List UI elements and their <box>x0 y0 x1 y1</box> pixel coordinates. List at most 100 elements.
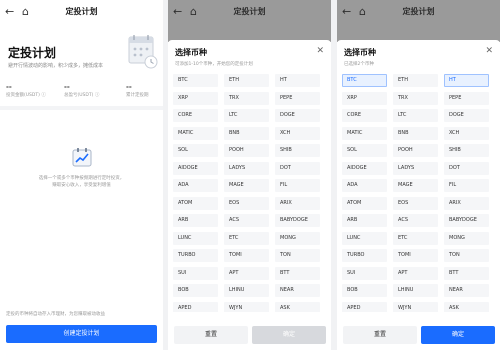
coin-chip-eth[interactable]: ETH <box>393 74 438 87</box>
coin-chip-near[interactable]: NEAR <box>275 284 320 297</box>
coin-chip-lhinu[interactable]: LHINU <box>393 284 438 297</box>
coin-chip-bnb[interactable]: BNB <box>224 126 269 140</box>
coin-chip-bob[interactable]: BOB <box>173 284 218 297</box>
coin-chip-etc[interactable]: ETC <box>224 231 269 245</box>
coin-chip-etc[interactable]: ETC <box>393 231 438 245</box>
coin-chip-matic[interactable]: MATIC <box>173 126 218 140</box>
dim-overlay[interactable]: ← ⌂ 定投计划 <box>168 0 331 42</box>
coin-chip-btc[interactable]: BTC <box>342 74 387 87</box>
coin-chip-ada[interactable]: ADA <box>173 179 218 192</box>
coin-chip-sui[interactable]: SUI <box>342 266 387 280</box>
coin-chip-lhinu[interactable]: LHINU <box>224 284 269 297</box>
coin-chip-mong[interactable]: MONG <box>444 231 489 245</box>
page-title: 定投计划 <box>65 7 98 16</box>
coin-chip-xrp[interactable]: XRP <box>173 91 218 105</box>
sheet-title: 选择币种 <box>344 48 376 57</box>
coin-chip-xch[interactable]: XCH <box>275 126 320 140</box>
coin-chip-pepe[interactable]: PEPE <box>275 91 320 105</box>
create-plan-button[interactable]: 创建定投计划 <box>6 325 157 343</box>
coin-chip-near[interactable]: NEAR <box>444 284 489 297</box>
coin-chip-arb[interactable]: ARB <box>342 214 387 227</box>
coin-chip-trx[interactable]: TRX <box>393 91 438 105</box>
coin-chip-sui[interactable]: SUI <box>173 266 218 280</box>
dim-overlay[interactable]: ← ⌂ 定投计划 <box>337 0 500 42</box>
coin-chip-arix[interactable]: ARIX <box>444 196 489 210</box>
coin-chip-mage[interactable]: MAGE <box>393 179 438 192</box>
coin-chip-ladys[interactable]: LADYS <box>393 161 438 175</box>
coin-chip-tomi[interactable]: TOMI <box>393 249 438 262</box>
coin-chip-atom[interactable]: ATOM <box>342 196 387 210</box>
coin-chip-aidoge[interactable]: AIDOGE <box>342 161 387 175</box>
coin-chip-mong[interactable]: MONG <box>275 231 320 245</box>
reset-button[interactable]: 重置 <box>174 326 248 344</box>
coin-chip-aidoge[interactable]: AIDOGE <box>173 161 218 175</box>
coin-chip-ltc[interactable]: LTC <box>224 109 269 122</box>
coin-chip-doge[interactable]: DOGE <box>275 109 320 122</box>
coin-chip-arix[interactable]: ARIX <box>275 196 320 210</box>
nav-bar: ← ⌂ 定投计划 <box>0 0 163 24</box>
coin-chip-xch[interactable]: XCH <box>444 126 489 140</box>
coin-chip-babydoge[interactable]: BABYDOGE <box>444 214 489 227</box>
coin-chip-eos[interactable]: EOS <box>224 196 269 210</box>
coin-chip-arb[interactable]: ARB <box>173 214 218 227</box>
stat-invested: -- 投资金额(USDT) ⓘ <box>6 83 46 98</box>
coin-chip-pooh[interactable]: POOH <box>224 144 269 157</box>
coin-chip-dot[interactable]: DOT <box>444 161 489 175</box>
close-icon[interactable]: ✕ <box>316 46 324 56</box>
coin-chip-btt[interactable]: BTT <box>275 266 320 280</box>
reset-button[interactable]: 重置 <box>343 326 417 344</box>
coin-chip-ada[interactable]: ADA <box>342 179 387 192</box>
coin-chip-bnb[interactable]: BNB <box>393 126 438 140</box>
coin-chip-trx[interactable]: TRX <box>224 91 269 105</box>
confirm-button[interactable]: 确定 <box>421 326 495 344</box>
coin-chip-mage[interactable]: MAGE <box>224 179 269 192</box>
coin-chip-ht[interactable]: HT <box>275 74 320 87</box>
coin-chip-pepe[interactable]: PEPE <box>444 91 489 105</box>
coin-chip-shib[interactable]: SHIB <box>275 144 320 157</box>
plan-home-screen: ← ⌂ 定投计划 定投计划 避开行情波动的影响，积少成多，摊低成本 -- 投资金… <box>0 0 163 350</box>
coin-chip-xrp[interactable]: XRP <box>342 91 387 105</box>
coin-chip-ton[interactable]: TON <box>275 249 320 262</box>
coin-chip-shib[interactable]: SHIB <box>444 144 489 157</box>
coin-chip-turbo[interactable]: TURBO <box>173 249 218 262</box>
coin-chip-turbo[interactable]: TURBO <box>342 249 387 262</box>
coin-chip-eth[interactable]: ETH <box>224 74 269 87</box>
coin-chip-ht[interactable]: HT <box>444 74 489 87</box>
coin-chip-doge[interactable]: DOGE <box>444 109 489 122</box>
coin-chip-bob[interactable]: BOB <box>342 284 387 297</box>
calendar-illustration-icon <box>128 35 158 69</box>
coin-chip-babydoge[interactable]: BABYDOGE <box>275 214 320 227</box>
coin-chip-lunc[interactable]: LUNC <box>342 231 387 245</box>
info-icon: ⓘ <box>41 93 46 98</box>
coin-chip-fil[interactable]: FIL <box>275 179 320 192</box>
coin-chip-apt[interactable]: APT <box>393 266 438 280</box>
coin-chip-eos[interactable]: EOS <box>393 196 438 210</box>
coin-chip-ladys[interactable]: LADYS <box>224 161 269 175</box>
coin-chip-btt[interactable]: BTT <box>444 266 489 280</box>
stat-periods: -- 累计定投期 <box>126 83 149 98</box>
coin-chip-sol[interactable]: SOL <box>173 144 218 157</box>
coin-chip-apt[interactable]: APT <box>224 266 269 280</box>
info-icon: ⓘ <box>94 93 100 98</box>
coin-chip-core[interactable]: CORE <box>173 109 218 122</box>
coin-chip-matic[interactable]: MATIC <box>342 126 387 140</box>
confirm-button[interactable]: 确定 <box>252 326 326 344</box>
coin-chip-core[interactable]: CORE <box>342 109 387 122</box>
coin-chip-atom[interactable]: ATOM <box>173 196 218 210</box>
coin-chip-ton[interactable]: TON <box>444 249 489 262</box>
coin-chip-acs[interactable]: ACS <box>224 214 269 227</box>
sheet-hint: 已选择2个币种 <box>344 62 374 67</box>
footer-note: 定投的币种将自动存入币理财，为您赚取被动收益 <box>6 312 105 317</box>
coin-chip-btc[interactable]: BTC <box>173 74 218 87</box>
coin-chip-dot[interactable]: DOT <box>275 161 320 175</box>
nav-bar: ← ⌂ 定投计划 <box>337 0 500 24</box>
coin-chip-fil[interactable]: FIL <box>444 179 489 192</box>
coin-chip-sol[interactable]: SOL <box>342 144 387 157</box>
coin-chip-pooh[interactable]: POOH <box>393 144 438 157</box>
coin-chip-acs[interactable]: ACS <box>393 214 438 227</box>
coin-chip-ltc[interactable]: LTC <box>393 109 438 122</box>
stat-pnl: -- 总盈亏(USDT) ⓘ <box>64 83 100 98</box>
close-icon[interactable]: ✕ <box>485 46 493 56</box>
coin-chip-tomi[interactable]: TOMI <box>224 249 269 262</box>
coin-chip-lunc[interactable]: LUNC <box>173 231 218 245</box>
